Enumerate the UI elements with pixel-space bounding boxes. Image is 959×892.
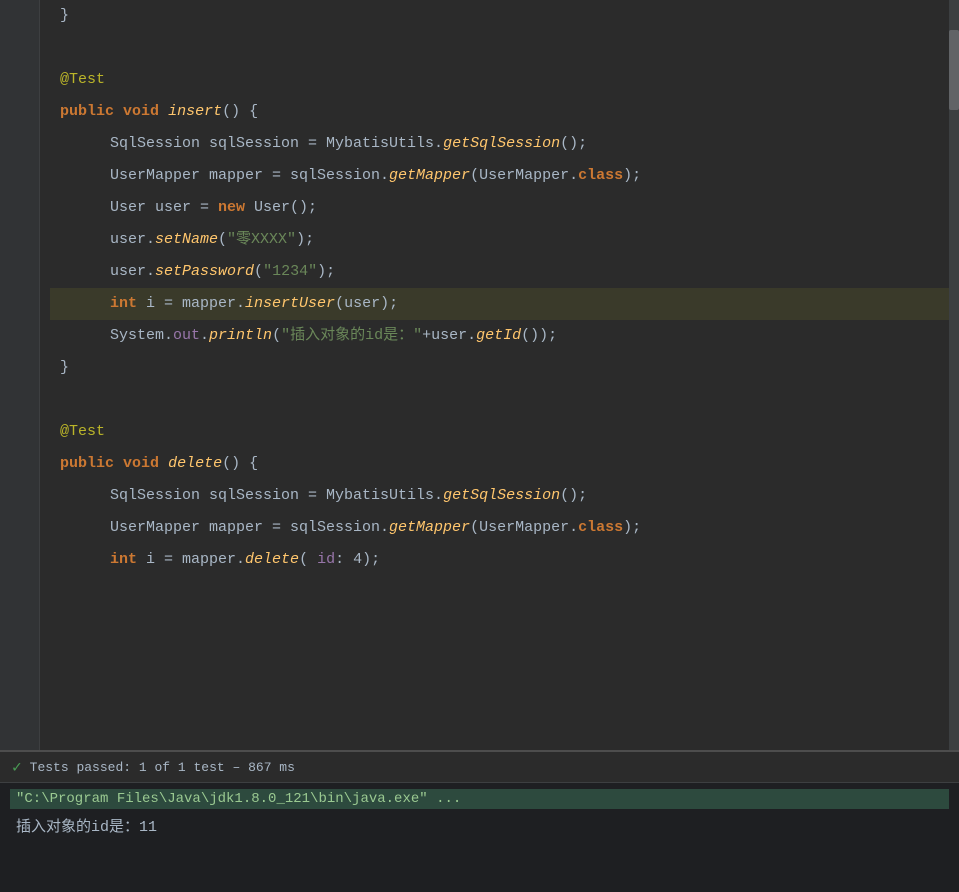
token-default: () {: [222, 96, 258, 128]
token-keyword: public: [60, 448, 114, 480]
console-output-line: 插入对象的id是：11: [10, 813, 949, 838]
token-method: delete: [245, 544, 299, 576]
code-line: public void delete() {: [50, 448, 949, 480]
token-string: "零XXXX": [227, 224, 296, 256]
token-default: User();: [245, 192, 317, 224]
token-default: ());: [521, 320, 557, 352]
token-default: }: [60, 352, 69, 384]
code-line: int i = mapper.insertUser(user);: [50, 288, 949, 320]
console-cmd-line: "C:\Program Files\Java\jdk1.8.0_121\bin\…: [10, 789, 949, 809]
token-method: insert: [168, 96, 222, 128]
token-default: user.: [110, 224, 155, 256]
token-default: +user.: [422, 320, 476, 352]
token-default: (UserMapper.: [470, 160, 578, 192]
token-default: );: [623, 512, 641, 544]
token-keyword: class: [578, 160, 623, 192]
token-default: ();: [560, 128, 587, 160]
token-annotation: @Test: [60, 64, 105, 96]
token-default: [159, 96, 168, 128]
token-default: (user);: [335, 288, 398, 320]
code-line: @Test: [50, 416, 949, 448]
token-keyword: new: [218, 192, 245, 224]
token-default: );: [623, 160, 641, 192]
token-default: SqlSession sqlSession = MybatisUtils.: [110, 480, 443, 512]
code-line: user.setPassword("1234");: [50, 256, 949, 288]
token-annotation: @Test: [60, 416, 105, 448]
editor-container: } @Testpublic void insert() {SqlSession …: [0, 0, 959, 750]
token-default: .: [200, 320, 209, 352]
token-default: user.: [110, 256, 155, 288]
token-method: getId: [476, 320, 521, 352]
token-method: delete: [168, 448, 222, 480]
token-default: (: [218, 224, 227, 256]
token-default: SqlSession sqlSession = MybatisUtils.: [110, 128, 443, 160]
token-keyword: int: [110, 544, 137, 576]
token-default: (: [272, 320, 281, 352]
token-default: (UserMapper.: [470, 512, 578, 544]
token-default: : 4);: [335, 544, 380, 576]
test-status-count: 1 of 1 test: [139, 760, 225, 775]
console-area: "C:\Program Files\Java\jdk1.8.0_121\bin\…: [0, 783, 959, 892]
code-line: int i = mapper.delete( id: 4);: [50, 544, 949, 576]
token-keyword: void: [123, 96, 159, 128]
token-default: );: [296, 224, 314, 256]
code-line: System.out.println("插入对象的id是："+user.getI…: [50, 320, 949, 352]
code-line: [50, 384, 949, 416]
token-default: UserMapper mapper = sqlSession.: [110, 160, 389, 192]
code-line: [50, 32, 949, 64]
code-line: UserMapper mapper = sqlSession.getMapper…: [50, 512, 949, 544]
token-default: ();: [560, 480, 587, 512]
token-method: println: [209, 320, 272, 352]
scrollbar-thumb[interactable]: [949, 30, 959, 110]
code-line: SqlSession sqlSession = MybatisUtils.get…: [50, 480, 949, 512]
token-method: getMapper: [389, 512, 470, 544]
token-default: [159, 448, 168, 480]
token-default: );: [317, 256, 335, 288]
token-string: "1234": [263, 256, 317, 288]
token-keyword: public: [60, 96, 114, 128]
token-default: User user =: [110, 192, 218, 224]
token-default: (: [299, 544, 317, 576]
token-method: setPassword: [155, 256, 254, 288]
token-method: insertUser: [245, 288, 335, 320]
check-icon: ✓: [12, 757, 22, 777]
token-keyword: int: [110, 288, 137, 320]
gutter: [0, 0, 40, 750]
bottom-panel: ✓ Tests passed: 1 of 1 test – 867 ms "C:…: [0, 750, 959, 892]
token-default: }: [60, 0, 69, 32]
code-line: @Test: [50, 64, 949, 96]
token-default: UserMapper mapper = sqlSession.: [110, 512, 389, 544]
token-string: "插入对象的id是：": [281, 320, 422, 352]
token-method: setName: [155, 224, 218, 256]
token-default: (: [254, 256, 263, 288]
token-keyword: class: [578, 512, 623, 544]
token-method: getMapper: [389, 160, 470, 192]
token-method: getSqlSession: [443, 480, 560, 512]
test-status-bar: ✓ Tests passed: 1 of 1 test – 867 ms: [0, 752, 959, 783]
code-line: SqlSession sqlSession = MybatisUtils.get…: [50, 128, 949, 160]
token-default: () {: [222, 448, 258, 480]
token-default: System.: [110, 320, 173, 352]
token-default: [114, 448, 123, 480]
code-line: User user = new User();: [50, 192, 949, 224]
test-status-suffix: – 867 ms: [225, 760, 295, 775]
code-line: UserMapper mapper = sqlSession.getMapper…: [50, 160, 949, 192]
code-line: }: [50, 0, 949, 32]
code-content: } @Testpublic void insert() {SqlSession …: [40, 0, 959, 576]
token-default: [114, 96, 123, 128]
test-status-label: Tests passed: 1 of 1 test – 867 ms: [30, 760, 295, 775]
token-default: i = mapper.: [137, 544, 245, 576]
token-default: i = mapper.: [137, 288, 245, 320]
token-keyword: void: [123, 448, 159, 480]
token-field: out: [173, 320, 200, 352]
token-method: getSqlSession: [443, 128, 560, 160]
scrollbar[interactable]: [949, 0, 959, 750]
test-status-prefix: Tests passed:: [30, 760, 139, 775]
token-field: id: [317, 544, 335, 576]
code-line: user.setName("零XXXX");: [50, 224, 949, 256]
code-line: }: [50, 352, 949, 384]
code-line: public void insert() {: [50, 96, 949, 128]
